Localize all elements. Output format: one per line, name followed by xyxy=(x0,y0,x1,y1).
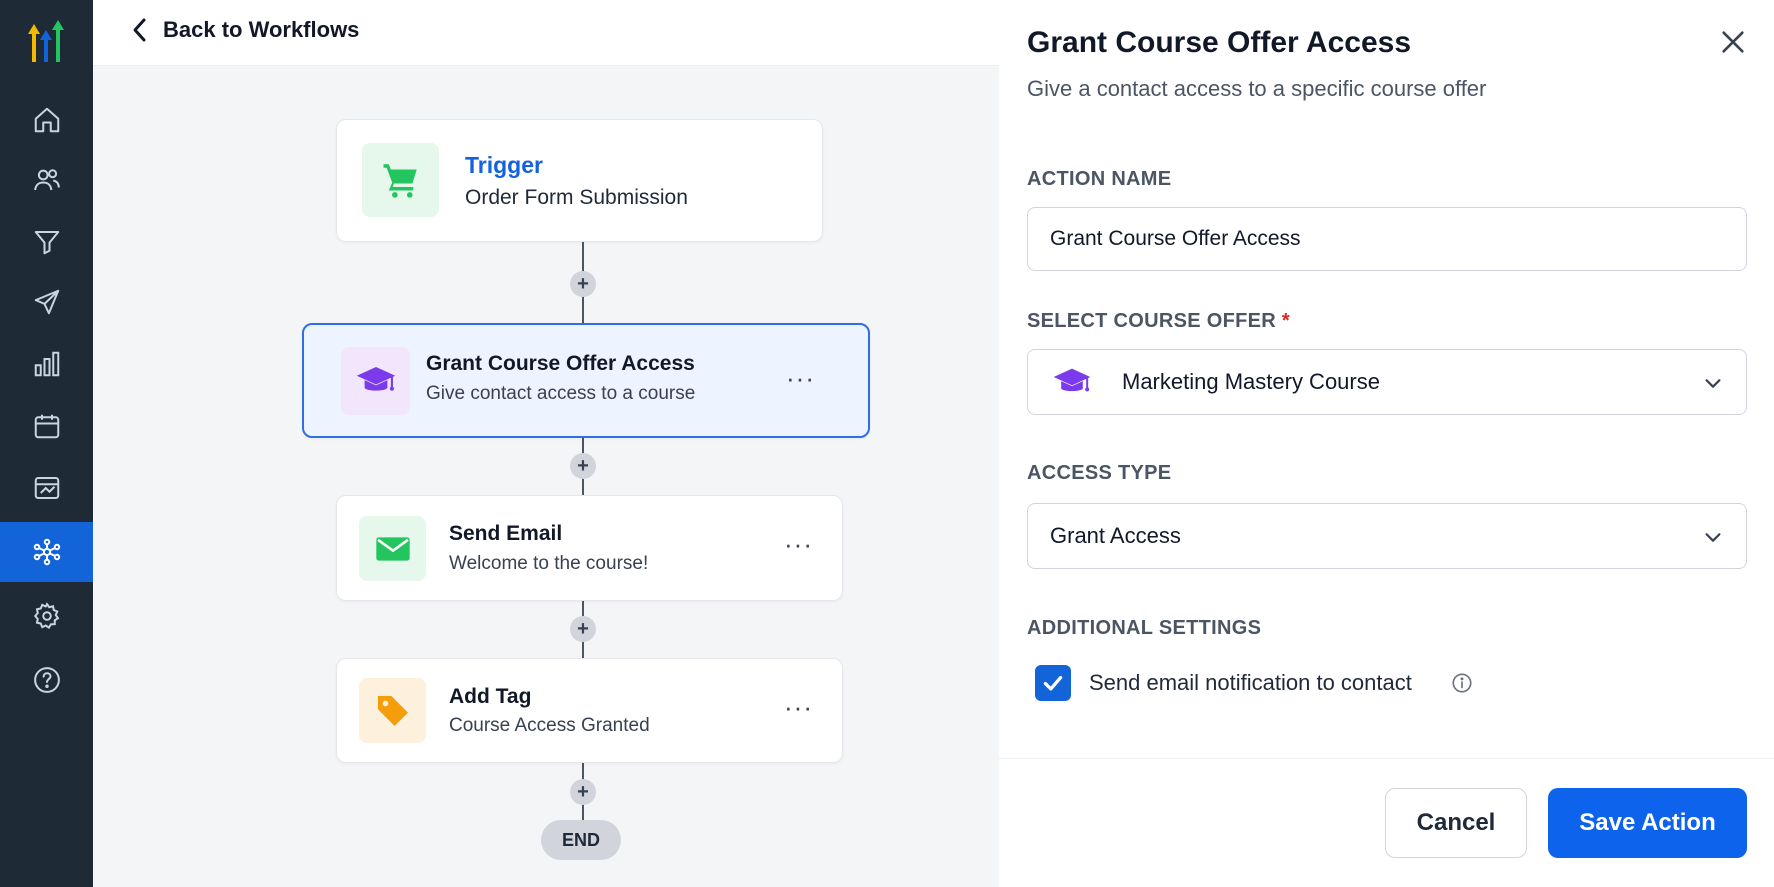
info-icon[interactable] xyxy=(1451,672,1473,694)
step-title: Send Email xyxy=(449,522,563,545)
workflow-icon xyxy=(33,538,60,566)
access-type-select[interactable]: Grant Access xyxy=(1027,503,1747,569)
nav-calendar[interactable] xyxy=(0,396,93,456)
nav-reporting[interactable] xyxy=(0,334,93,394)
step-title: Grant Course Offer Access xyxy=(426,352,695,375)
footer-divider xyxy=(999,758,1774,759)
access-type-label: ACCESS TYPE xyxy=(1027,462,1172,484)
trigger-card[interactable]: Trigger Order Form Submission xyxy=(336,119,823,242)
calendar-icon xyxy=(34,414,59,439)
graduation-cap-icon xyxy=(1053,368,1091,392)
step-subtitle: Course Access Granted xyxy=(449,715,650,736)
action-name-input[interactable] xyxy=(1028,208,1746,270)
step-subtitle: Give contact access to a course xyxy=(426,383,696,404)
nav-contacts[interactable] xyxy=(0,150,93,210)
sidebar xyxy=(0,0,93,887)
step-subtitle: Welcome to the course! xyxy=(449,553,649,574)
canvas-topbar: Back to Workflows xyxy=(93,0,999,66)
bar-chart-icon xyxy=(34,351,59,377)
action-name-field[interactable] xyxy=(1027,207,1747,271)
action-name-label: ACTION NAME xyxy=(1027,168,1172,190)
check-icon xyxy=(1043,675,1063,691)
add-step-button[interactable]: + xyxy=(570,779,596,805)
nav-home[interactable] xyxy=(0,90,93,150)
nav-help[interactable] xyxy=(0,650,93,710)
help-icon xyxy=(33,667,60,693)
cancel-button[interactable]: Cancel xyxy=(1385,788,1527,858)
course-offer-select[interactable]: Marketing Mastery Course xyxy=(1027,349,1747,415)
close-icon[interactable] xyxy=(1719,28,1747,56)
nav-automation[interactable] xyxy=(0,522,93,582)
trigger-icon-box xyxy=(362,143,439,217)
back-to-workflows-link[interactable]: Back to Workflows xyxy=(131,17,359,43)
trigger-name: Order Form Submission xyxy=(465,186,688,209)
app-logo[interactable] xyxy=(20,18,72,66)
send-icon xyxy=(34,289,59,315)
course-offer-value: Marketing Mastery Course xyxy=(1122,369,1380,394)
tag-icon xyxy=(377,695,408,726)
gear-icon xyxy=(33,602,59,630)
mail-icon xyxy=(375,536,410,561)
notify-label[interactable]: Send email notification to contact xyxy=(1089,670,1412,696)
nav-funnels[interactable] xyxy=(0,212,93,272)
chevron-left-icon xyxy=(133,18,146,42)
step-card-send-email[interactable]: Send Email Welcome to the course! ··· xyxy=(336,495,843,601)
trigger-label[interactable]: Trigger xyxy=(465,152,543,179)
step-more-button[interactable]: ··· xyxy=(784,531,813,557)
workflow-canvas: Back to Workflows + + + + Trigger Order … xyxy=(93,0,999,887)
course-offer-label-text: SELECT COURSE OFFER xyxy=(1027,310,1277,332)
cart-icon xyxy=(383,164,417,198)
add-step-button[interactable]: + xyxy=(570,453,596,479)
nav-payments[interactable] xyxy=(0,458,93,518)
nav-marketing[interactable] xyxy=(0,272,93,332)
step-card-grant-course-access[interactable]: Grant Course Offer Access Give contact a… xyxy=(302,323,870,438)
step-title: Add Tag xyxy=(449,685,532,708)
additional-settings-label: ADDITIONAL SETTINGS xyxy=(1027,617,1262,639)
chevron-down-icon xyxy=(1705,379,1721,388)
notify-checkbox[interactable] xyxy=(1035,665,1071,701)
step-more-button[interactable]: ··· xyxy=(784,694,813,720)
step-icon-box xyxy=(341,347,410,415)
add-step-button[interactable]: + xyxy=(570,271,596,297)
step-card-add-tag[interactable]: Add Tag Course Access Granted ··· xyxy=(336,658,843,763)
nav-settings[interactable] xyxy=(0,586,93,646)
access-type-value: Grant Access xyxy=(1050,523,1181,548)
filter-icon xyxy=(34,231,59,255)
panel-title: Grant Course Offer Access xyxy=(1027,26,1412,59)
back-label: Back to Workflows xyxy=(163,17,360,42)
end-node: END xyxy=(541,820,621,860)
action-settings-panel: Grant Course Offer Access Give a contact… xyxy=(999,0,1774,887)
users-icon xyxy=(33,169,60,191)
save-action-button[interactable]: Save Action xyxy=(1548,788,1747,858)
graduation-cap-icon xyxy=(356,367,395,391)
add-step-button[interactable]: + xyxy=(570,616,596,642)
course-offer-label: SELECT COURSE OFFER * xyxy=(1027,310,1290,333)
panel-subtitle: Give a contact access to a specific cour… xyxy=(1027,76,1487,101)
chevron-down-icon xyxy=(1705,533,1721,542)
step-icon-box xyxy=(359,516,426,581)
home-icon xyxy=(34,107,59,133)
payments-icon xyxy=(34,477,59,499)
step-more-button[interactable]: ··· xyxy=(786,365,815,391)
required-mark: * xyxy=(1281,310,1291,332)
step-icon-box xyxy=(359,678,426,743)
